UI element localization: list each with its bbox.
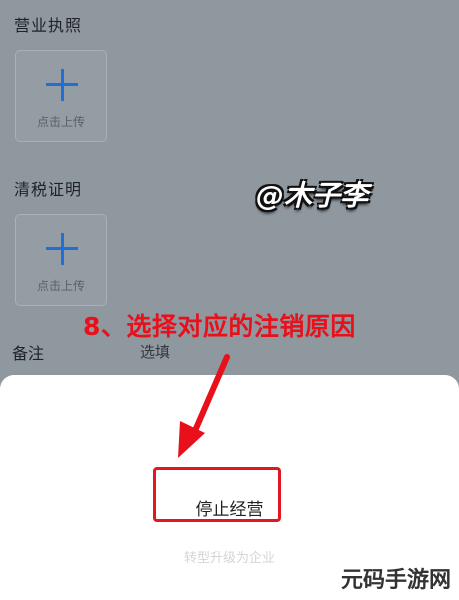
site-logo: 元码手游网 — [340, 568, 451, 593]
upload-label: 点击上传 — [36, 279, 85, 293]
screenshot-stage: 营业执照 点击上传 清税证明 点击上传 备注 选填 @木子李 8、选择对应的注销… — [0, 0, 459, 600]
plus-icon — [46, 69, 78, 101]
highlight-box — [153, 467, 281, 522]
remark-label: 备注 — [12, 344, 45, 363]
remark-input[interactable]: 选填 — [140, 341, 170, 362]
tax-clearance-upload[interactable]: 点击上传 — [15, 214, 107, 306]
plus-icon — [46, 233, 78, 265]
step-annotation: 8、选择对应的注销原因 — [83, 312, 356, 341]
upload-label: 点击上传 — [36, 115, 85, 129]
business-license-upload[interactable]: 点击上传 — [15, 50, 107, 142]
business-license-title: 营业执照 — [14, 16, 83, 35]
tax-clearance-title: 清税证明 — [14, 180, 83, 199]
author-watermark: @木子李 — [256, 179, 369, 212]
